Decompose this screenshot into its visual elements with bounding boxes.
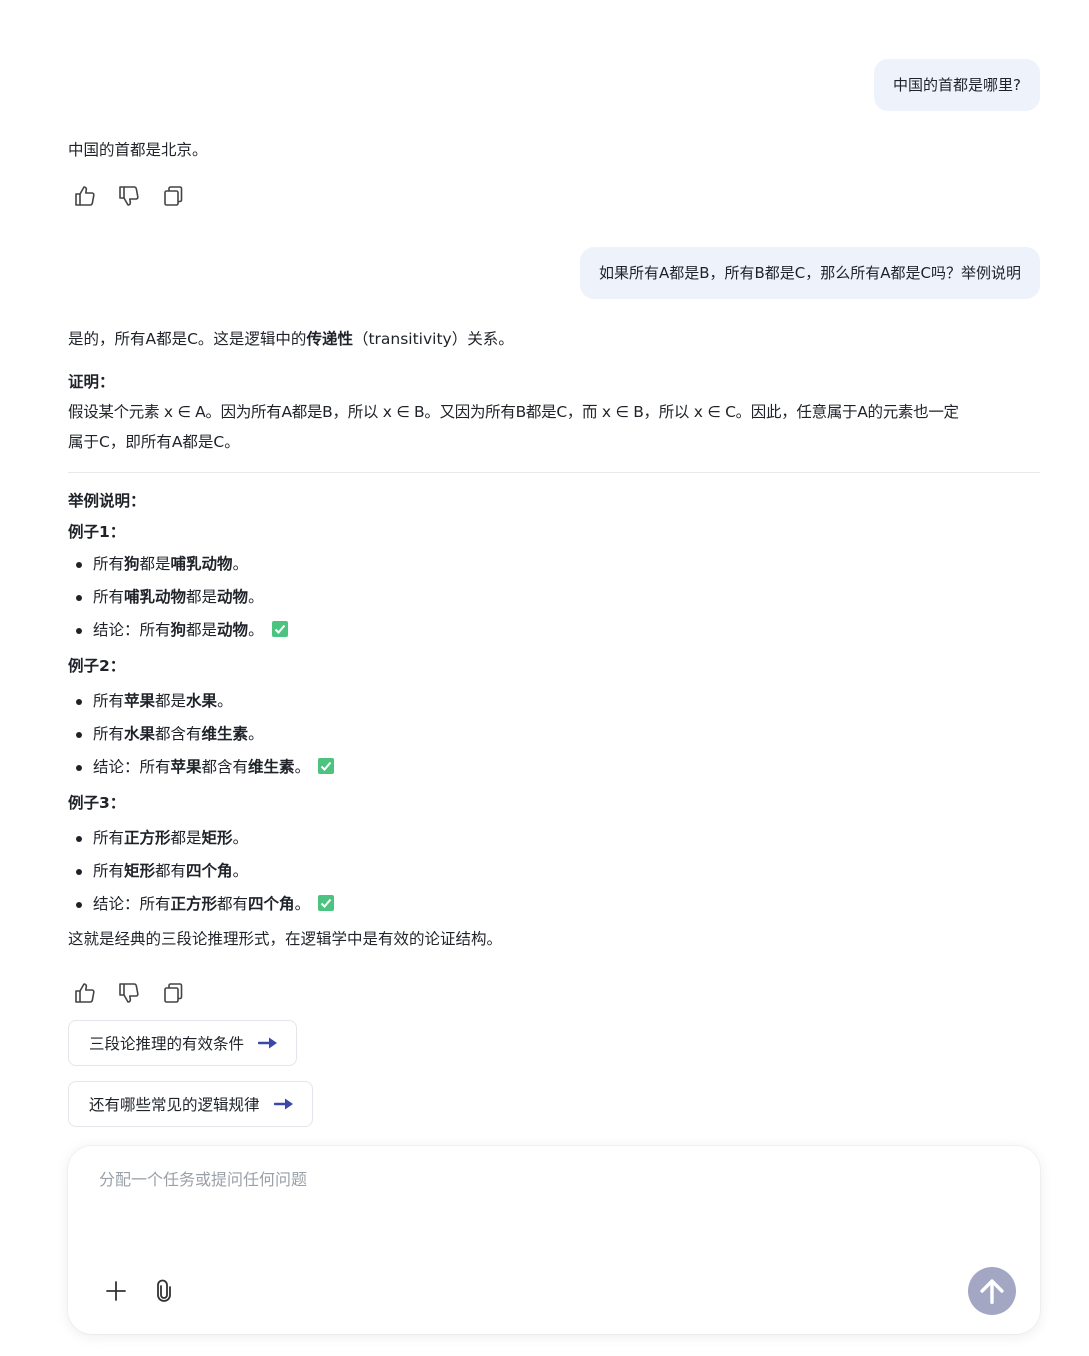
assistant-message: 是的，所有A都是C。这是逻辑中的传递性（transitivity）关系。 xyxy=(68,324,1040,354)
user-message: 如果所有A都是B，所有B都是C，那么所有A都是C吗？举例说明 xyxy=(579,247,1040,299)
arrow-right-icon xyxy=(258,1037,278,1049)
intro-text: 是的，所有A都是C。这是逻辑中的 xyxy=(68,330,307,348)
intro-bold-term: 传递性 xyxy=(306,330,353,348)
example-title: 例子2： xyxy=(68,657,126,675)
examples-heading: 举例说明： xyxy=(68,492,146,510)
list-item: 所有矩形都有四个角。 xyxy=(76,855,1040,888)
proof-line: 假设某个元素 x ∈ A。因为所有A都是B，所以 x ∈ B。又因为所有B都是C… xyxy=(68,403,959,421)
check-mark-icon xyxy=(318,894,335,911)
thumbs-down-icon[interactable] xyxy=(114,181,144,211)
list-item: 结论：所有狗都是动物。 xyxy=(76,614,1040,647)
arrow-up-icon xyxy=(980,1279,1004,1305)
arrow-right-icon xyxy=(273,1098,293,1110)
intro-text-end: （transitivity）关系。 xyxy=(352,330,514,348)
example-title: 例子1： xyxy=(68,523,126,541)
thumbs-up-icon[interactable] xyxy=(70,181,100,211)
proof-heading: 证明： xyxy=(68,373,115,391)
thumbs-down-icon[interactable] xyxy=(114,978,144,1008)
user-message-text: 如果所有A都是B，所有B都是C，那么所有A都是C吗？举例说明 xyxy=(598,264,1021,282)
divider xyxy=(68,472,1040,473)
user-message: 中国的首都是哪里? xyxy=(874,59,1040,111)
example-list: 所有正方形都是矩形。 所有矩形都有四个角。 结论：所有正方形都有四个角。 xyxy=(68,822,1040,921)
list-item: 所有狗都是哺乳动物。 xyxy=(76,548,1040,581)
suggestion-button[interactable]: 三段论推理的有效条件 xyxy=(68,1020,298,1066)
copy-icon[interactable] xyxy=(158,181,188,211)
plus-icon[interactable] xyxy=(100,1275,132,1307)
list-item: 结论：所有苹果都含有维生素。 xyxy=(76,751,1040,784)
user-message-text: 中国的首都是哪里? xyxy=(893,76,1021,94)
list-item: 所有正方形都是矩形。 xyxy=(76,822,1040,855)
proof-section: 证明： 假设某个元素 x ∈ A。因为所有A都是B，所以 x ∈ B。又因为所有… xyxy=(68,367,1040,457)
send-button[interactable] xyxy=(968,1267,1016,1315)
assistant-message-text: 中国的首都是北京。 xyxy=(68,141,208,159)
conclusion-text: 这就是经典的三段论推理形式，在逻辑学中是有效的论证结构。 xyxy=(68,930,503,948)
paperclip-icon[interactable] xyxy=(148,1275,180,1307)
proof-line: 属于C，即所有A都是C。 xyxy=(68,433,240,451)
message-actions xyxy=(70,978,188,1008)
intro-paragraph: 是的，所有A都是C。这是逻辑中的传递性（transitivity）关系。 xyxy=(68,324,1040,354)
suggestion-label: 还有哪些常见的逻辑规律 xyxy=(89,1096,260,1114)
list-item: 所有苹果都是水果。 xyxy=(76,685,1040,718)
suggestion-label: 三段论推理的有效条件 xyxy=(89,1035,245,1053)
message-actions xyxy=(70,181,188,211)
list-item: 所有水果都含有维生素。 xyxy=(76,718,1040,751)
examples-section: 举例说明： 例子1： 所有狗都是哺乳动物。 所有哺乳动物都是动物。 结论：所有狗… xyxy=(68,486,1040,957)
list-item: 结论：所有正方形都有四个角。 xyxy=(76,888,1040,921)
example-title: 例子3： xyxy=(68,794,126,812)
example-list: 所有苹果都是水果。 所有水果都含有维生素。 结论：所有苹果都含有维生素。 xyxy=(68,685,1040,784)
composer xyxy=(68,1146,1040,1334)
prompt-input[interactable] xyxy=(97,1164,1011,1248)
list-item: 所有哺乳动物都是动物。 xyxy=(76,581,1040,614)
assistant-message: 中国的首都是北京。 xyxy=(68,135,1040,165)
thumbs-up-icon[interactable] xyxy=(70,978,100,1008)
check-mark-icon xyxy=(318,757,335,774)
copy-icon[interactable] xyxy=(158,978,188,1008)
check-mark-icon xyxy=(271,620,288,637)
suggestion-button[interactable]: 还有哪些常见的逻辑规律 xyxy=(68,1081,313,1127)
example-list: 所有狗都是哺乳动物。 所有哺乳动物都是动物。 结论：所有狗都是动物。 xyxy=(68,548,1040,647)
